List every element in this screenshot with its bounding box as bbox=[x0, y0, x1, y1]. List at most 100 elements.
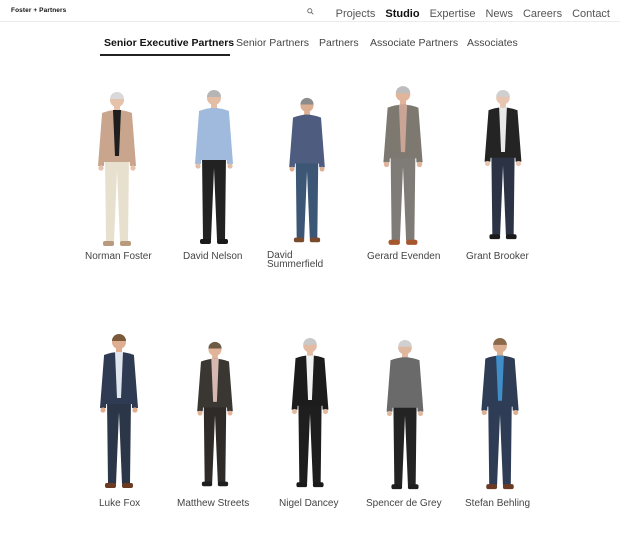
partner-name[interactable]: Norman Foster bbox=[85, 252, 152, 262]
partner-photo[interactable] bbox=[94, 332, 144, 492]
hair-shape bbox=[398, 339, 412, 347]
partner-card[interactable] bbox=[189, 88, 239, 248]
shoe-shape bbox=[312, 482, 324, 488]
hand-shape bbox=[484, 161, 491, 167]
hand-shape bbox=[322, 409, 329, 415]
tab-senior-partners[interactable]: Senior Partners bbox=[236, 37, 309, 49]
shoe-shape bbox=[122, 483, 133, 488]
nav-news[interactable]: News bbox=[485, 8, 513, 20]
hand-shape bbox=[481, 409, 487, 416]
partner-card[interactable] bbox=[282, 96, 332, 246]
partner-name[interactable]: Matthew Streets bbox=[177, 499, 249, 509]
partner-photo[interactable] bbox=[478, 88, 528, 243]
logo[interactable]: Foster + Partners bbox=[11, 7, 66, 14]
hand-shape bbox=[383, 161, 390, 168]
partner-photo[interactable] bbox=[285, 336, 335, 491]
search-icon[interactable] bbox=[307, 8, 314, 15]
hand-shape bbox=[195, 163, 201, 169]
shoe-shape bbox=[406, 239, 418, 245]
hair-shape bbox=[207, 90, 221, 97]
shoe-shape bbox=[103, 241, 114, 246]
partner-name[interactable]: David Summerfield bbox=[267, 251, 337, 270]
nav-careers[interactable]: Careers bbox=[523, 8, 562, 20]
partner-photo[interactable] bbox=[190, 340, 240, 490]
partner-card[interactable] bbox=[475, 336, 525, 493]
partner-photo[interactable] bbox=[380, 338, 430, 493]
shoe-shape bbox=[391, 484, 403, 490]
tab-associate-partners[interactable]: Associate Partners bbox=[370, 37, 458, 49]
active-tab-underline bbox=[100, 54, 230, 56]
hair-shape bbox=[208, 341, 222, 349]
partner-name[interactable]: Gerard Evenden bbox=[367, 252, 440, 262]
partner-photo[interactable] bbox=[475, 336, 525, 493]
trousers-shape bbox=[202, 156, 226, 240]
partner-photo[interactable] bbox=[282, 96, 332, 246]
partner-card[interactable] bbox=[190, 340, 240, 490]
hair-shape bbox=[493, 337, 507, 345]
shoe-shape bbox=[486, 484, 498, 490]
tab-associates[interactable]: Associates bbox=[467, 37, 518, 49]
shoe-shape bbox=[120, 241, 131, 246]
shoe-shape bbox=[309, 237, 321, 243]
hand-shape bbox=[289, 166, 295, 172]
site-header: Foster + Partners Projects Studio Expert… bbox=[0, 0, 620, 22]
hair-shape bbox=[300, 97, 314, 105]
hair-shape bbox=[395, 86, 411, 94]
partner-name[interactable]: Nigel Dancey bbox=[279, 499, 338, 509]
main-nav: Projects Studio Expertise News Careers C… bbox=[336, 8, 610, 20]
partner-name[interactable]: Luke Fox bbox=[99, 499, 140, 509]
partner-card[interactable] bbox=[378, 84, 428, 249]
partner-card[interactable] bbox=[94, 332, 144, 492]
hand-shape bbox=[227, 163, 233, 169]
tab-senior-executive-partners[interactable]: Senior Executive Partners bbox=[104, 37, 234, 49]
hand-shape bbox=[130, 165, 136, 171]
shoe-shape bbox=[407, 484, 419, 490]
hair-shape bbox=[110, 92, 124, 99]
hair-shape bbox=[112, 334, 126, 341]
shoe-shape bbox=[201, 481, 213, 487]
nav-contact[interactable]: Contact bbox=[572, 8, 610, 20]
shoe-shape bbox=[293, 237, 305, 243]
partner-photo[interactable] bbox=[92, 90, 142, 250]
shoe-shape bbox=[489, 234, 501, 240]
hand-shape bbox=[197, 410, 203, 416]
trousers-shape bbox=[203, 403, 227, 483]
hand-shape bbox=[386, 411, 393, 417]
shoe-shape bbox=[388, 239, 400, 245]
hair-shape bbox=[303, 337, 317, 345]
hand-shape bbox=[417, 411, 424, 417]
partner-card[interactable] bbox=[92, 90, 142, 250]
trousers-shape bbox=[105, 158, 129, 242]
tab-partners[interactable]: Partners bbox=[319, 37, 359, 49]
shoe-shape bbox=[502, 484, 514, 490]
trousers-shape bbox=[107, 400, 131, 484]
trousers-shape bbox=[298, 401, 322, 484]
hand-shape bbox=[515, 161, 522, 167]
hand-shape bbox=[98, 165, 104, 171]
hand-shape bbox=[132, 407, 138, 413]
partner-card[interactable] bbox=[285, 336, 335, 491]
trousers-shape bbox=[393, 403, 417, 486]
shoe-shape bbox=[505, 234, 517, 240]
partner-photo[interactable] bbox=[189, 88, 239, 248]
partner-category-tabs: Senior Executive Partners Senior Partner… bbox=[0, 37, 620, 57]
nav-projects[interactable]: Projects bbox=[336, 8, 376, 20]
trousers-shape bbox=[488, 402, 512, 486]
hand-shape bbox=[291, 409, 298, 415]
partner-card[interactable] bbox=[380, 338, 430, 493]
hand-shape bbox=[416, 161, 423, 168]
shoe-shape bbox=[217, 239, 228, 244]
shoe-shape bbox=[200, 239, 211, 244]
hand-shape bbox=[227, 410, 233, 416]
trousers-shape bbox=[295, 159, 319, 239]
partner-name[interactable]: Grant Brooker bbox=[466, 252, 529, 262]
hand-shape bbox=[513, 409, 519, 416]
partner-card[interactable] bbox=[478, 88, 528, 243]
partner-name[interactable]: Stefan Behling bbox=[465, 499, 530, 509]
nav-expertise[interactable]: Expertise bbox=[430, 8, 476, 20]
partner-name[interactable]: Spencer de Grey bbox=[366, 499, 442, 509]
partner-photo[interactable] bbox=[378, 84, 428, 249]
trousers-shape bbox=[390, 154, 416, 241]
partner-name[interactable]: David Nelson bbox=[183, 252, 242, 262]
nav-studio[interactable]: Studio bbox=[385, 8, 419, 20]
